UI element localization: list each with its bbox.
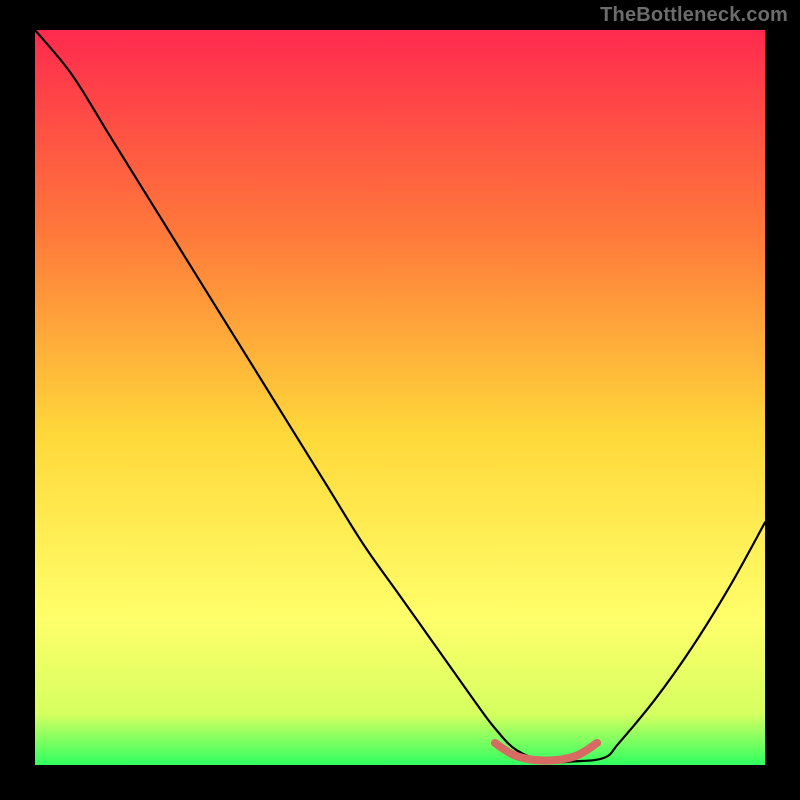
chart-frame: TheBottleneck.com — [0, 0, 800, 800]
chart-svg — [35, 30, 765, 765]
plot-area — [35, 30, 765, 765]
gradient-background — [35, 30, 765, 765]
watermark-text: TheBottleneck.com — [600, 4, 788, 27]
